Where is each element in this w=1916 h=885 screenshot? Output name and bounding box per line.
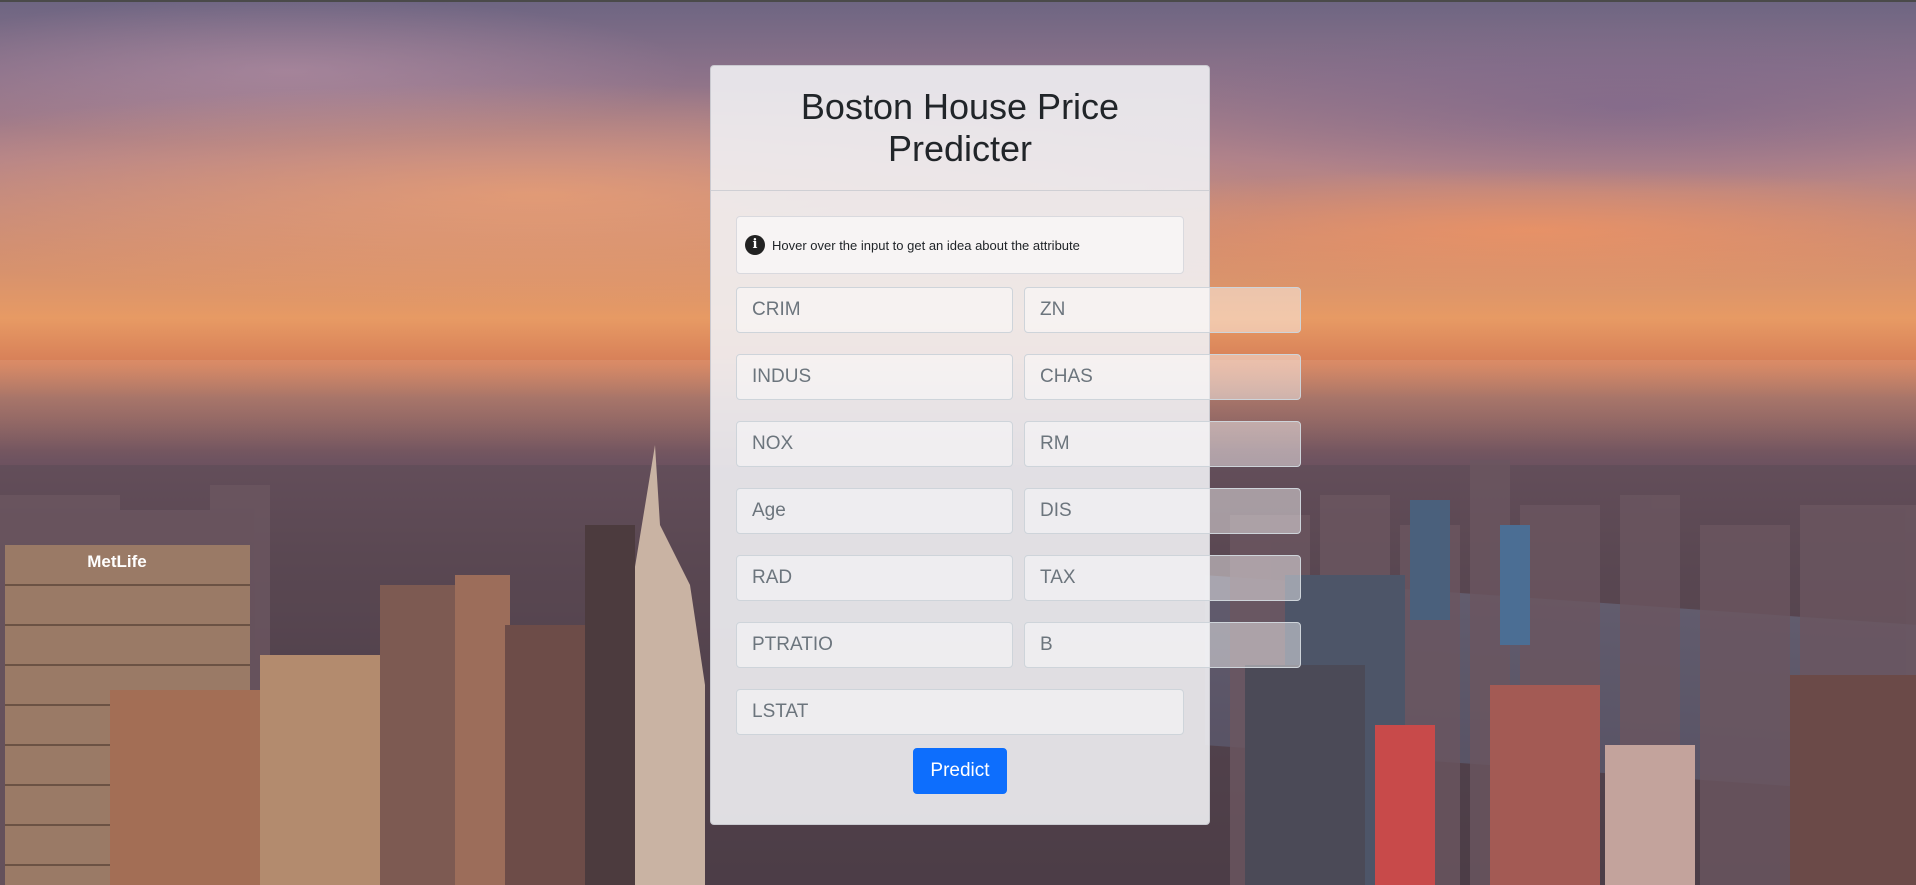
form-row — [736, 421, 1301, 467]
dis-input[interactable] — [1024, 488, 1301, 534]
b-input[interactable] — [1024, 622, 1301, 668]
nox-input[interactable] — [736, 421, 1013, 467]
form-row — [736, 622, 1301, 668]
form-row — [736, 689, 1184, 735]
chas-input[interactable] — [1024, 354, 1301, 400]
rm-input[interactable] — [1024, 421, 1301, 467]
info-icon: i — [745, 235, 765, 255]
button-wrapper: Predict — [736, 748, 1184, 794]
info-alert: i Hover over the input to get an idea ab… — [736, 216, 1184, 274]
predictor-card: Boston House Price Predicter i Hover ove… — [710, 65, 1301, 825]
card-body: i Hover over the input to get an idea ab… — [711, 191, 1301, 794]
lstat-input[interactable] — [736, 689, 1184, 735]
zn-input[interactable] — [1024, 287, 1301, 333]
indus-input[interactable] — [736, 354, 1013, 400]
info-text: Hover over the input to get an idea abou… — [772, 237, 1080, 253]
form-row — [736, 287, 1301, 333]
rad-input[interactable] — [736, 555, 1013, 601]
page-title: Boston House Price Predicter — [800, 86, 1120, 169]
prediction-form: Predict — [736, 287, 1301, 794]
top-border — [0, 0, 1916, 2]
predict-button[interactable]: Predict — [913, 748, 1007, 794]
tax-input[interactable] — [1024, 555, 1301, 601]
ptratio-input[interactable] — [736, 622, 1013, 668]
card-header: Boston House Price Predicter — [711, 66, 1209, 191]
metlife-sign: MetLife — [87, 552, 147, 571]
form-row — [736, 555, 1301, 601]
crim-input[interactable] — [736, 287, 1013, 333]
form-row — [736, 354, 1301, 400]
form-row — [736, 488, 1301, 534]
age-input[interactable] — [736, 488, 1013, 534]
